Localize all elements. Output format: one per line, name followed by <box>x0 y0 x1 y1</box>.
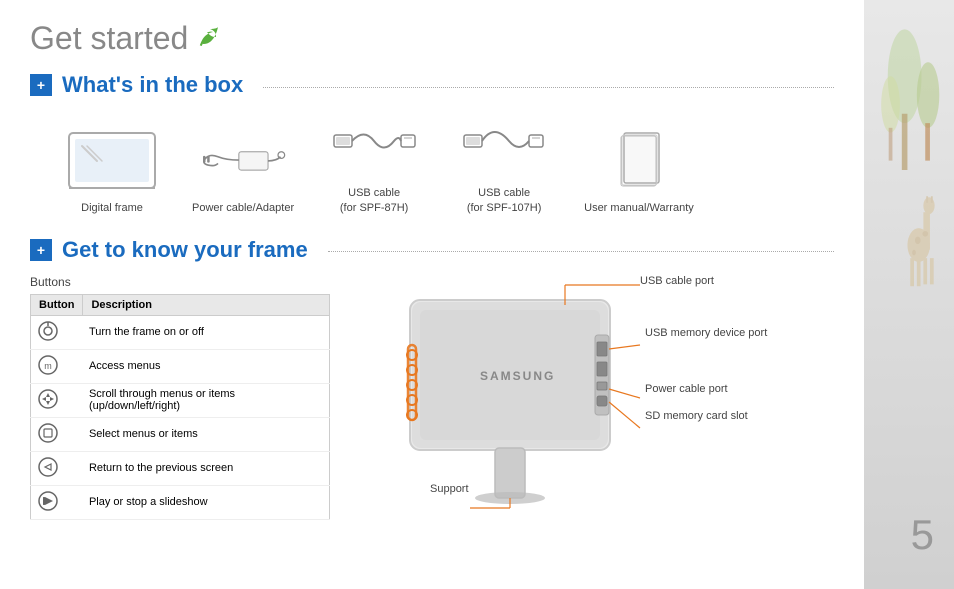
right-panel: 5 <box>864 0 954 589</box>
button-icon-cell <box>31 485 83 519</box>
button-icon-cell <box>31 315 83 349</box>
box-items: Digital frame <box>30 110 834 217</box>
box-item-power: Power cable/Adapter <box>192 125 294 216</box>
section2-header: + Get to know your frame <box>30 237 834 263</box>
page-title-text: Get started <box>30 20 188 57</box>
section1-header: + What's in the box <box>30 72 834 98</box>
box-item-manual-label: User manual/Warranty <box>584 201 694 216</box>
svg-text:m: m <box>44 361 52 371</box>
box-item-manual: User manual/Warranty <box>584 125 694 216</box>
page-number: 5 <box>911 511 934 559</box>
frame-diagram: SAMSUNG USB cable port USB memory device <box>350 275 834 520</box>
button-icon-cell <box>31 383 83 417</box>
svg-text:SAMSUNG: SAMSUNG <box>480 369 555 383</box>
section2-title: Get to know your frame <box>62 237 308 263</box>
box-item-frame-label: Digital frame <box>81 201 143 216</box>
buttons-table: Button Description Turn the frame on or … <box>30 294 330 520</box>
user-manual-icon <box>589 125 689 195</box>
table-row: Select menus or items <box>31 417 330 451</box>
table-header-button: Button <box>31 294 83 315</box>
callout-usb-memory-port: USB memory device port <box>645 327 767 339</box>
table-desc-back: Return to the previous screen <box>83 451 330 485</box>
table-row: Play or stop a slideshow <box>31 485 330 519</box>
box-item-usb1: USB cable (for SPF-87H) <box>324 110 424 217</box>
callout-power-cable-port: Power cable port <box>645 383 728 395</box>
table-row: m Access menus <box>31 349 330 383</box>
section2-icon: + <box>30 239 52 261</box>
box-item-frame: Digital frame <box>62 125 162 216</box>
table-header-description: Description <box>83 294 330 315</box>
button-icon-cell <box>31 417 83 451</box>
box-item-power-label: Power cable/Adapter <box>192 201 294 216</box>
power-cable-icon <box>193 125 293 195</box>
section1-dots <box>263 87 834 88</box>
decorative-trees-icon <box>874 20 954 320</box>
box-item-usb2-label: USB cable (for SPF-107H) <box>467 186 542 217</box>
buttons-table-area: Buttons Button Description Tur <box>30 275 330 520</box>
section1-title: What's in the box <box>62 72 243 98</box>
usb-cable-107h-icon <box>454 110 554 180</box>
button-icon-cell: m <box>31 349 83 383</box>
table-row: Turn the frame on or off <box>31 315 330 349</box>
table-desc-menu: Access menus <box>83 349 330 383</box>
table-desc-play: Play or stop a slideshow <box>83 485 330 519</box>
main-content: Get started + What's in the box <box>0 0 864 589</box>
table-desc-power: Turn the frame on or off <box>83 315 330 349</box>
digital-frame-icon <box>62 125 162 195</box>
box-item-usb1-label: USB cable (for SPF-87H) <box>340 186 408 217</box>
callout-sd-card-slot: SD memory card slot <box>645 410 748 422</box>
section1-icon: + <box>30 74 52 96</box>
leaf-icon <box>196 23 220 55</box>
buttons-label: Buttons <box>30 275 330 289</box>
section2-dots <box>328 251 834 252</box>
table-desc-scroll: Scroll through menus or items (up/down/l… <box>83 383 330 417</box>
usb-cable-87h-icon <box>324 110 424 180</box>
table-row: Scroll through menus or items (up/down/l… <box>31 383 330 417</box>
box-item-usb2: USB cable (for SPF-107H) <box>454 110 554 217</box>
table-desc-select: Select menus or items <box>83 417 330 451</box>
page-container: 5 Get started + What's in the box <box>0 0 954 589</box>
frame-back-svg: SAMSUNG <box>380 280 680 510</box>
callout-support: Support <box>430 483 469 495</box>
callout-usb-cable-port: USB cable port <box>640 275 714 287</box>
table-row: Return to the previous screen <box>31 451 330 485</box>
page-title: Get started <box>30 20 834 57</box>
button-icon-cell <box>31 451 83 485</box>
section2-content: Buttons Button Description Tur <box>30 275 834 520</box>
